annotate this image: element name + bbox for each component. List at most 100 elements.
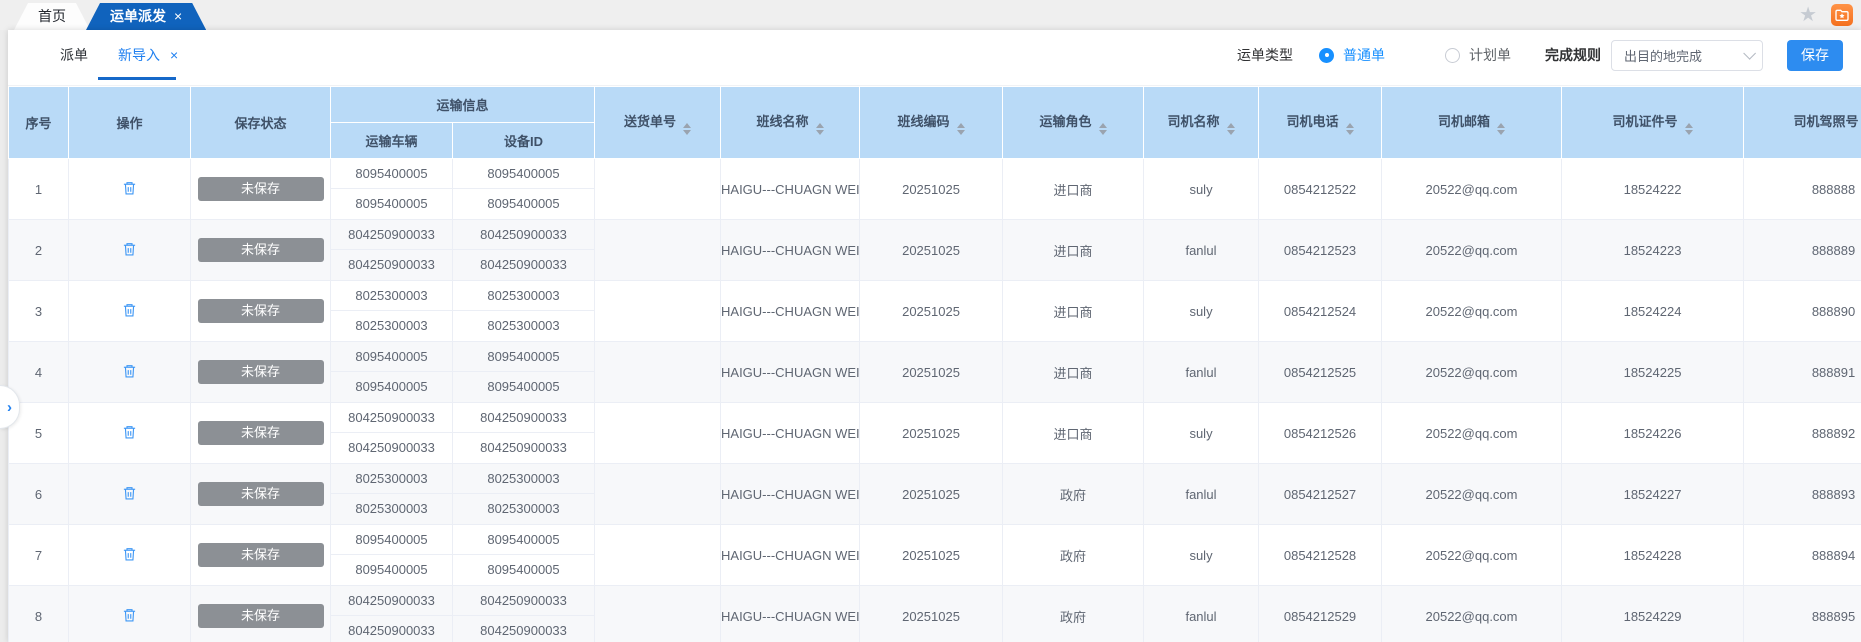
cell-index: 7 <box>9 525 69 586</box>
cell-route-code: 20251025 <box>860 403 1003 464</box>
cell-route-code: 20251025 <box>860 220 1003 281</box>
sort-arrows-icon[interactable] <box>683 123 691 135</box>
sort-arrows-icon[interactable] <box>1099 123 1107 135</box>
table-row: 8 未保存 804250900033 804250900033 80425090… <box>9 586 1861 642</box>
cell-driver-name: fanlul <box>1144 342 1259 403</box>
star-icon[interactable]: ★ <box>1799 2 1817 28</box>
vehicle-value-2: 8095400005 <box>331 555 452 585</box>
trash-button[interactable] <box>118 361 141 384</box>
vehicle-value-1: 8025300003 <box>331 464 452 494</box>
save-button[interactable]: 保存 <box>1787 40 1843 71</box>
tab-waybill-dispatch[interactable]: 运单派发× <box>86 3 206 30</box>
folder-star-icon[interactable] <box>1831 4 1853 26</box>
col-label: 班线名称 <box>757 114 809 129</box>
active-subtab-underline <box>98 77 176 80</box>
cell-save-status: 未保存 <box>191 220 331 281</box>
device-value-2: 8095400005 <box>453 189 594 219</box>
cell-driver-phone: 0854212529 <box>1259 586 1382 642</box>
device-value-2: 804250900033 <box>453 250 594 280</box>
device-value-1: 8025300003 <box>453 281 594 311</box>
trash-button[interactable] <box>118 178 141 201</box>
finish-rule-label: 完成规则 <box>1545 45 1601 65</box>
cell-delivery-no <box>595 342 721 403</box>
sort-arrows-icon[interactable] <box>816 123 824 135</box>
sort-arrows-icon[interactable] <box>1346 123 1354 135</box>
close-icon[interactable]: × <box>174 8 182 24</box>
cell-driver-email: 20522@qq.com <box>1382 342 1562 403</box>
cell-vehicle: 8025300003 8025300003 <box>331 281 453 342</box>
cell-vehicle: 804250900033 804250900033 <box>331 403 453 464</box>
device-value-1: 804250900033 <box>453 586 594 616</box>
trash-button[interactable] <box>118 300 141 323</box>
cell-transport-role: 政府 <box>1003 464 1144 525</box>
status-badge: 未保存 <box>198 421 324 445</box>
trash-button[interactable] <box>118 422 141 445</box>
content-panel: 派单 新导入 × 运单类型 普通单 计划单 完成规则 <box>8 30 1861 642</box>
col-header-route-code[interactable]: 班线编码 <box>860 87 1003 159</box>
col-label: 送货单号 <box>624 114 676 129</box>
sort-arrows-icon[interactable] <box>1227 123 1235 135</box>
close-icon[interactable]: × <box>170 47 178 63</box>
sort-arrows-icon[interactable] <box>1497 123 1505 135</box>
cell-driver-id-no: 18524226 <box>1562 403 1744 464</box>
col-header-driver-phone[interactable]: 司机电话 <box>1259 87 1382 159</box>
cell-index: 6 <box>9 464 69 525</box>
col-header-driver-id-no[interactable]: 司机证件号 <box>1562 87 1744 159</box>
sort-arrows-icon[interactable] <box>1685 123 1693 135</box>
radio-plan-waybill[interactable]: 计划单 <box>1445 45 1511 65</box>
cell-driver-name: fanlul <box>1144 220 1259 281</box>
trash-button[interactable] <box>118 239 141 262</box>
subtab-dispatch[interactable]: 派单 <box>60 45 88 65</box>
cell-route-code: 20251025 <box>860 281 1003 342</box>
cell-index: 1 <box>9 159 69 220</box>
finish-rule-select[interactable]: 出目的地完成 <box>1611 40 1763 71</box>
col-label: 班线编码 <box>898 114 950 129</box>
col-header-transport-role[interactable]: 运输角色 <box>1003 87 1144 159</box>
device-value-2: 8095400005 <box>453 555 594 585</box>
cell-index: 3 <box>9 281 69 342</box>
chevron-right-icon: › <box>7 399 12 416</box>
device-value-2: 8025300003 <box>453 311 594 341</box>
subtab-new-import[interactable]: 新导入 × <box>118 45 178 65</box>
trash-button[interactable] <box>118 544 141 567</box>
vehicle-value-1: 804250900033 <box>331 220 452 250</box>
subtab-new-import-label: 新导入 <box>118 47 160 63</box>
tab-home[interactable]: 首页 <box>14 3 90 30</box>
cell-route-name: HAIGU---CHUAGN WEI <box>721 220 860 281</box>
cell-delivery-no <box>595 586 721 642</box>
device-value-1: 804250900033 <box>453 220 594 250</box>
cell-vehicle: 8025300003 8025300003 <box>331 464 453 525</box>
cell-transport-role: 进口商 <box>1003 281 1144 342</box>
col-header-transport-group: 运输信息 <box>331 87 595 123</box>
device-value-1: 804250900033 <box>453 403 594 433</box>
cell-action <box>69 586 191 642</box>
trash-button[interactable] <box>118 483 141 506</box>
cell-driver-email: 20522@qq.com <box>1382 220 1562 281</box>
col-header-driver-email[interactable]: 司机邮箱 <box>1382 87 1562 159</box>
cell-device-id: 8095400005 8095400005 <box>453 342 595 403</box>
radio-selected-icon[interactable] <box>1319 48 1334 63</box>
cell-driver-phone: 0854212525 <box>1259 342 1382 403</box>
cell-save-status: 未保存 <box>191 464 331 525</box>
col-header-device-id: 设备ID <box>453 123 595 159</box>
radio-unselected-icon[interactable] <box>1445 48 1460 63</box>
waybill-type-label: 运单类型 <box>1237 45 1293 65</box>
vehicle-value-1: 804250900033 <box>331 403 452 433</box>
col-header-driver-name[interactable]: 司机名称 <box>1144 87 1259 159</box>
tab-home-label: 首页 <box>38 8 66 24</box>
cell-driver-id-no: 18524222 <box>1562 159 1744 220</box>
cell-device-id: 804250900033 804250900033 <box>453 403 595 464</box>
cell-driver-id-no: 18524227 <box>1562 464 1744 525</box>
col-header-driver-license-no[interactable]: 司机驾照号 <box>1744 87 1861 159</box>
cell-index: 8 <box>9 586 69 642</box>
trash-button[interactable] <box>118 605 141 628</box>
table-row: 5 未保存 804250900033 804250900033 80425090… <box>9 403 1861 464</box>
radio-normal-waybill[interactable]: 普通单 <box>1319 45 1385 65</box>
vehicle-value-1: 8095400005 <box>331 342 452 372</box>
vehicle-value-2: 804250900033 <box>331 616 452 642</box>
col-header-delivery-no[interactable]: 送货单号 <box>595 87 721 159</box>
sort-arrows-icon[interactable] <box>957 123 965 135</box>
cell-route-name: HAIGU---CHUAGN WEI <box>721 159 860 220</box>
col-header-route-name[interactable]: 班线名称 <box>721 87 860 159</box>
toolbar: 运单类型 普通单 计划单 完成规则 出目的地完成 保存 <box>1237 30 1843 80</box>
